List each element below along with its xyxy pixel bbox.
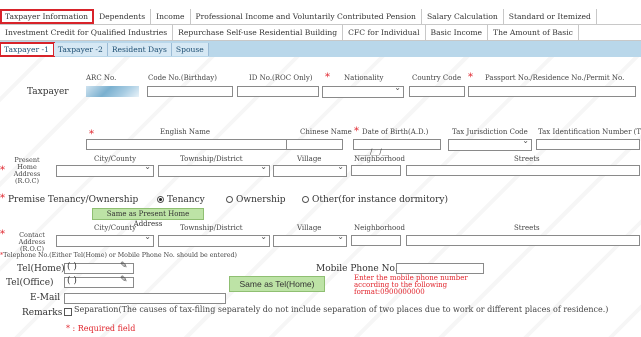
country-code-label: Country Code (412, 74, 462, 82)
same-as-tel-home-button[interactable]: Same as Tel(Home) (229, 276, 325, 292)
ownership-radio[interactable] (226, 196, 233, 203)
contact-streets-input[interactable] (406, 235, 640, 246)
home-township-select[interactable] (158, 162, 270, 177)
tel-office-label: Tel(Office) (6, 278, 54, 288)
tin-label: Tax Identification Number (TIN) (538, 128, 641, 136)
tenancy-option-label: Tenancy (167, 195, 205, 205)
mobile-input[interactable] (396, 263, 484, 274)
english-name-label: English Name (160, 128, 210, 136)
mobile-label: Mobile Phone No. (316, 264, 398, 274)
phone-note: *Telephone No.(Either Tel(Home) or Mobil… (0, 252, 238, 259)
subtab-taxpayer-2[interactable]: Taxpayer -2 (53, 43, 108, 56)
tab-repurchase-residential[interactable]: Repurchase Self-use Residential Building (173, 25, 344, 40)
separation-text: Separation(The causes of tax-filing sepa… (74, 305, 609, 314)
contact-township-select[interactable] (158, 232, 270, 247)
tax-code-label: Tax Jurisdiction Code (452, 128, 528, 136)
tel-home-value: ( ) (67, 262, 77, 272)
remarks-label: Remarks (22, 308, 63, 318)
subtab-spouse[interactable]: Spouse (171, 43, 209, 56)
ownership-option-label: Ownership (236, 195, 286, 205)
home-address-label: Present Home Address (R.O.C) (13, 156, 41, 185)
main-tab-row-1: Taxpayer Information Dependents Income P… (0, 9, 641, 25)
tab-basic-income[interactable]: Basic Income (426, 25, 489, 40)
other-option-label: Other(for instance dormitory) (312, 195, 448, 205)
home-streets-input[interactable] (406, 165, 640, 176)
home-streets-label: Streets (514, 155, 540, 163)
tenancy-radio[interactable] (157, 196, 164, 203)
required-mark: * (354, 126, 359, 137)
nationality-select[interactable] (322, 83, 404, 98)
premise-label: Premise Tenancy/Ownership (8, 195, 139, 205)
chinese-name-label: Chinese Name (300, 128, 352, 136)
chinese-name-input[interactable] (286, 139, 343, 150)
dob-label: Date of Birth(A.D.) (362, 128, 429, 136)
email-label: E-Mail (30, 293, 61, 303)
required-mark: * (0, 165, 5, 176)
mobile-hint: Enter the mobile phone number according … (354, 274, 468, 296)
tab-dependents[interactable]: Dependents (94, 9, 152, 24)
pencil-icon: ✎ (120, 261, 128, 271)
pencil-icon: ✎ (120, 275, 128, 285)
tab-taxpayer-information[interactable]: Taxpayer Information (0, 9, 95, 24)
taxpayer-label: Taxpayer (27, 87, 69, 97)
home-neighborhood-label: Neighborhood (354, 155, 405, 163)
tab-salary-calculation[interactable]: Salary Calculation (422, 9, 504, 24)
contact-city-label: City/County (94, 224, 137, 232)
contact-neighborhood-input[interactable] (351, 235, 401, 246)
arc-no-label: ARC No. (86, 74, 117, 82)
tab-standard-itemized[interactable]: Standard or Itemized (504, 9, 597, 24)
tab-cfc-individual[interactable]: CFC for Individual (343, 25, 426, 40)
home-city-select[interactable] (56, 162, 154, 177)
required-mark: * (0, 229, 5, 240)
subtab-taxpayer-1[interactable]: Taxpayer -1 (0, 42, 55, 57)
separation-checkbox[interactable] (64, 308, 72, 316)
main-tab-row-2: Investment Credit for Qualified Industri… (0, 25, 641, 41)
contact-city-select[interactable] (56, 232, 154, 247)
home-village-select[interactable] (273, 162, 347, 177)
tab-amount-basic[interactable]: The Amount of Basic (488, 25, 579, 40)
contact-village-label: Village (297, 224, 322, 232)
home-neighborhood-input[interactable] (351, 165, 401, 176)
contact-neighborhood-label: Neighborhood (354, 224, 405, 232)
phone-note-text: Telephone No.(Either Tel(Home) or Mobile… (3, 252, 238, 259)
country-code-input[interactable] (409, 86, 465, 97)
sub-tab-bar: Taxpayer -1 Taxpayer -2 Resident Days Sp… (0, 41, 641, 57)
other-radio[interactable] (302, 196, 309, 203)
id-no-label: ID No.(ROC Only) (249, 74, 313, 82)
tel-office-value: ( ) (67, 276, 77, 286)
nationality-label: Nationality (344, 74, 384, 82)
home-township-label: Township/District (180, 155, 243, 163)
form-content: ARC No. Code No.(Birthday) ID No.(ROC On… (0, 57, 641, 337)
arc-no-field[interactable] (86, 86, 139, 97)
same-as-home-address-button[interactable]: Same as Present Home Address (92, 208, 204, 228)
tab-professional-income[interactable]: Professional Income and Voluntarily Cont… (191, 9, 422, 24)
tax-code-select[interactable] (448, 136, 532, 151)
code-no-label: Code No.(Birthday) (148, 74, 217, 82)
required-mark: * (325, 72, 330, 83)
subtab-resident-days[interactable]: Resident Days (107, 43, 172, 56)
contact-township-label: Township/District (180, 224, 243, 232)
contact-address-label: Contact Address (R.O.C) (18, 231, 46, 253)
id-no-input[interactable] (237, 86, 319, 97)
required-mark: * (0, 193, 5, 204)
code-no-input[interactable] (147, 86, 233, 97)
passport-input[interactable] (468, 86, 636, 97)
tab-income[interactable]: Income (151, 9, 191, 24)
passport-label: Passport No./Residence No./Permit No. (485, 74, 625, 82)
required-mark: * (468, 72, 473, 83)
contact-village-select[interactable] (273, 232, 347, 247)
tin-input[interactable] (536, 139, 640, 150)
home-village-label: Village (297, 155, 322, 163)
tel-home-label: Tel(Home) (17, 264, 65, 274)
tab-investment-credit[interactable]: Investment Credit for Qualified Industri… (0, 25, 174, 40)
contact-streets-label: Streets (514, 224, 540, 232)
email-input[interactable] (64, 293, 226, 304)
home-city-label: City/County (94, 155, 137, 163)
required-field-note: * : Required field (66, 324, 136, 333)
